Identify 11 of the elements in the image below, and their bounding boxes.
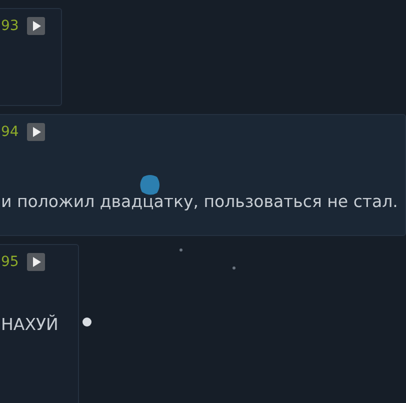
- post-number[interactable]: 95: [1, 254, 19, 270]
- post-text: НАХУЙ: [1, 315, 60, 334]
- post-number[interactable]: 93: [1, 18, 19, 34]
- play-icon[interactable]: [26, 253, 45, 271]
- post-text: и положил двадцатку, пользоваться не стал.: [1, 192, 399, 211]
- snow-dot: [232, 266, 236, 270]
- play-icon[interactable]: [26, 123, 45, 141]
- snow-dot: [179, 248, 183, 252]
- play-icon[interactable]: [26, 17, 45, 35]
- post-number[interactable]: 94: [1, 124, 19, 140]
- snow-dot: [82, 317, 92, 327]
